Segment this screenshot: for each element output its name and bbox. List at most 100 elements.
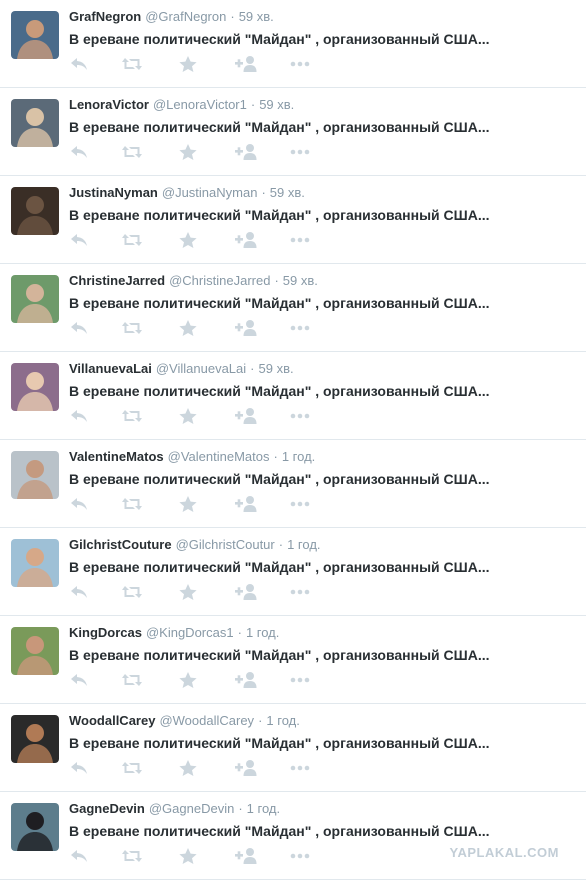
retweet-icon[interactable] <box>121 671 142 689</box>
timestamp[interactable]: 1 год. <box>266 713 299 728</box>
favorite-icon[interactable] <box>178 583 198 601</box>
follow-icon[interactable] <box>235 759 257 777</box>
avatar[interactable] <box>11 539 59 587</box>
retweet-icon[interactable] <box>121 583 142 601</box>
favorite-icon[interactable] <box>178 143 198 161</box>
more-icon[interactable] <box>289 407 310 425</box>
favorite-icon[interactable] <box>178 671 198 689</box>
reply-icon[interactable] <box>69 583 89 601</box>
avatar[interactable] <box>11 99 59 147</box>
retweet-icon[interactable] <box>121 55 142 73</box>
follow-icon[interactable] <box>235 55 257 73</box>
timestamp[interactable]: 59 хв. <box>259 361 294 376</box>
follow-icon[interactable] <box>235 583 257 601</box>
user-handle[interactable]: @LenoraVictor1 <box>153 97 247 112</box>
follow-icon[interactable] <box>235 847 257 865</box>
user-name[interactable]: GilchristCouture <box>69 537 172 552</box>
retweet-icon[interactable] <box>121 319 142 337</box>
retweet-icon[interactable] <box>121 231 142 249</box>
timestamp[interactable]: 59 хв. <box>283 273 318 288</box>
favorite-icon[interactable] <box>178 847 198 865</box>
timestamp[interactable]: 59 хв. <box>259 97 294 112</box>
user-handle[interactable]: @GilchristCoutur <box>176 537 275 552</box>
more-icon[interactable] <box>289 55 310 73</box>
tweet[interactable]: GrafNegron @GrafNegron · 59 хв. В ереване по… <box>0 0 586 88</box>
retweet-icon[interactable] <box>121 495 142 513</box>
avatar[interactable] <box>11 11 59 59</box>
reply-icon[interactable] <box>69 55 89 73</box>
user-handle[interactable]: @GrafNegron <box>145 9 226 24</box>
follow-icon[interactable] <box>235 407 257 425</box>
avatar[interactable] <box>11 627 59 675</box>
follow-icon[interactable] <box>235 143 257 161</box>
user-name[interactable]: JustinaNyman <box>69 185 158 200</box>
user-handle[interactable]: @JustinaNyman <box>162 185 258 200</box>
retweet-icon[interactable] <box>121 847 142 865</box>
more-icon[interactable] <box>289 231 310 249</box>
reply-icon[interactable] <box>69 495 89 513</box>
follow-icon[interactable] <box>235 231 257 249</box>
tweet[interactable]: GilchristCouture @GilchristCoutur · 1 год. В… <box>0 528 586 616</box>
tweet[interactable]: LenoraVictor @LenoraVictor1 · 59 хв. В ерева… <box>0 88 586 176</box>
timestamp[interactable]: 1 год. <box>282 449 315 464</box>
favorite-icon[interactable] <box>178 495 198 513</box>
user-handle[interactable]: @WoodallCarey <box>159 713 254 728</box>
reply-icon[interactable] <box>69 847 89 865</box>
timestamp[interactable]: 1 год. <box>246 625 279 640</box>
more-icon[interactable] <box>289 847 310 865</box>
avatar[interactable] <box>11 275 59 323</box>
tweet[interactable]: ChristineJarred @ChristineJarred · 59 хв. В … <box>0 264 586 352</box>
user-name[interactable]: LenoraVictor <box>69 97 149 112</box>
avatar[interactable] <box>11 715 59 763</box>
reply-icon[interactable] <box>69 407 89 425</box>
follow-icon[interactable] <box>235 495 257 513</box>
user-name[interactable]: VillanuevaLai <box>69 361 152 376</box>
favorite-icon[interactable] <box>178 55 198 73</box>
favorite-icon[interactable] <box>178 407 198 425</box>
user-name[interactable]: ChristineJarred <box>69 273 165 288</box>
timestamp[interactable]: 1 год. <box>287 537 320 552</box>
user-handle[interactable]: @GagneDevin <box>149 801 234 816</box>
user-name[interactable]: ValentineMatos <box>69 449 164 464</box>
avatar[interactable] <box>11 187 59 235</box>
favorite-icon[interactable] <box>178 319 198 337</box>
tweet[interactable]: ValentineMatos @ValentineMatos · 1 год. В ер… <box>0 440 586 528</box>
timestamp[interactable]: 59 хв. <box>270 185 305 200</box>
more-icon[interactable] <box>289 143 310 161</box>
timestamp[interactable]: 1 год. <box>247 801 280 816</box>
user-name[interactable]: KingDorcas <box>69 625 142 640</box>
more-icon[interactable] <box>289 671 310 689</box>
more-icon[interactable] <box>289 583 310 601</box>
avatar[interactable] <box>11 363 59 411</box>
user-handle[interactable]: @ChristineJarred <box>169 273 270 288</box>
follow-icon[interactable] <box>235 671 257 689</box>
tweet[interactable]: WoodallCarey @WoodallCarey · 1 год. В ереван… <box>0 704 586 792</box>
reply-icon[interactable] <box>69 671 89 689</box>
reply-icon[interactable] <box>69 319 89 337</box>
reply-icon[interactable] <box>69 759 89 777</box>
avatar[interactable] <box>11 451 59 499</box>
favorite-icon[interactable] <box>178 231 198 249</box>
user-name[interactable]: WoodallCarey <box>69 713 155 728</box>
user-name[interactable]: GagneDevin <box>69 801 145 816</box>
user-handle[interactable]: @ValentineMatos <box>168 449 270 464</box>
reply-icon[interactable] <box>69 143 89 161</box>
user-handle[interactable]: @KingDorcas1 <box>146 625 234 640</box>
retweet-icon[interactable] <box>121 759 142 777</box>
follow-icon[interactable] <box>235 319 257 337</box>
tweet[interactable]: GagneDevin @GagneDevin · 1 год. В ереване по… <box>0 792 586 880</box>
reply-icon[interactable] <box>69 231 89 249</box>
retweet-icon[interactable] <box>121 407 142 425</box>
timestamp[interactable]: 59 хв. <box>239 9 274 24</box>
more-icon[interactable] <box>289 319 310 337</box>
more-icon[interactable] <box>289 495 310 513</box>
retweet-icon[interactable] <box>121 143 142 161</box>
user-name[interactable]: GrafNegron <box>69 9 141 24</box>
tweet[interactable]: KingDorcas @KingDorcas1 · 1 год. В ереване п… <box>0 616 586 704</box>
user-handle[interactable]: @VillanuevaLai <box>156 361 246 376</box>
favorite-icon[interactable] <box>178 759 198 777</box>
avatar[interactable] <box>11 803 59 851</box>
more-icon[interactable] <box>289 759 310 777</box>
tweet[interactable]: JustinaNyman @JustinaNyman · 59 хв. В ереван… <box>0 176 586 264</box>
tweet[interactable]: VillanuevaLai @VillanuevaLai · 59 хв. В ерев… <box>0 352 586 440</box>
